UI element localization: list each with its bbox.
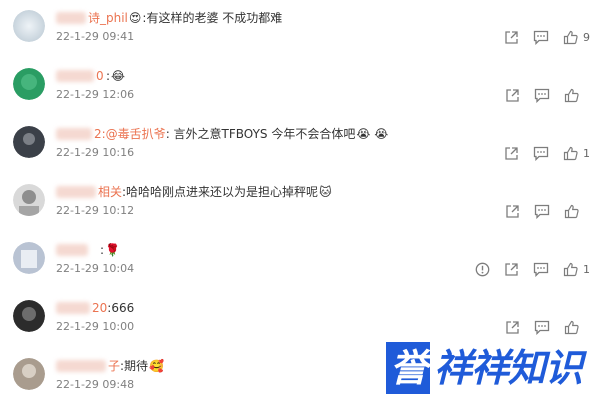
comment-icon — [534, 88, 550, 103]
comment-text: :有这样的老婆 不成功都难 — [142, 11, 283, 25]
thumbs-up-icon — [564, 88, 579, 103]
comment-time: 22-1-29 10:04 — [56, 262, 135, 275]
comment-time: 22-1-29 09:41 — [56, 30, 135, 43]
share-icon — [505, 263, 518, 276]
thumbs-up-icon — [563, 262, 578, 277]
share-icon — [506, 205, 519, 218]
watermark-logo: 誉 祥祥知识 — [385, 340, 583, 396]
comment-text: : 言外之意TFBOYS 今年不会合体吧 — [165, 127, 356, 141]
alert-icon — [475, 262, 490, 277]
share-icon — [506, 89, 519, 102]
avatar-image — [13, 358, 45, 390]
comment-username[interactable]: 相关 — [98, 183, 122, 201]
thumbs-up-icon — [563, 30, 578, 45]
avatar[interactable] — [13, 68, 45, 100]
blurred-username — [56, 12, 86, 24]
share-button[interactable] — [505, 88, 520, 103]
avatar-image — [13, 10, 45, 42]
comment-time: 22-1-29 10:12 — [56, 204, 135, 217]
reply-button[interactable] — [534, 320, 550, 335]
comment-text: :666 — [107, 301, 135, 315]
share-icon — [505, 147, 518, 160]
blurred-username — [56, 244, 88, 256]
like-button[interactable] — [564, 88, 590, 103]
blurred-username — [56, 360, 106, 372]
reply-button[interactable] — [534, 204, 550, 219]
reply-button[interactable] — [533, 30, 549, 45]
like-button[interactable]: 1 — [563, 262, 590, 277]
avatar[interactable] — [13, 126, 45, 158]
comment-text: :期待 — [120, 359, 149, 373]
avatar-image — [13, 300, 45, 332]
thumbs-up-icon — [564, 204, 579, 219]
comment-item: : 🌹 22-1-29 10:04 1 — [0, 232, 600, 290]
like-count: 9 — [583, 31, 590, 44]
thumbs-up-icon — [564, 320, 579, 335]
share-button[interactable] — [505, 204, 520, 219]
comment-text: : — [100, 243, 105, 257]
like-button[interactable]: 9 — [563, 30, 590, 45]
avatar-image — [13, 184, 45, 216]
reply-button[interactable] — [533, 146, 549, 161]
emoji: 🌹 — [105, 243, 120, 257]
comment-icon — [533, 146, 549, 161]
comment-item: 相关 :哈哈哈刚点进来还以为是担心掉秤呢 🐱 22-1-29 10:12 — [0, 174, 600, 232]
share-icon — [505, 31, 518, 44]
emoji: 😭 😭 — [356, 127, 389, 141]
comment-icon — [533, 262, 549, 277]
comment-icon — [534, 320, 550, 335]
blurred-username — [56, 70, 94, 82]
emoji: 🥰 — [149, 359, 165, 373]
share-button[interactable] — [504, 262, 519, 277]
comment-text: : — [106, 69, 111, 83]
avatar-image — [13, 242, 45, 274]
watermark-box: 誉 — [385, 342, 430, 394]
comment-username[interactable]: 子 — [108, 357, 120, 375]
comment-time: 22-1-29 12:06 — [56, 88, 135, 101]
report-button[interactable] — [475, 262, 490, 277]
comment-username[interactable]: 0 — [96, 67, 106, 85]
share-button[interactable] — [504, 30, 519, 45]
reply-button[interactable] — [533, 262, 549, 277]
avatar-image — [13, 68, 45, 100]
blurred-username — [56, 302, 90, 314]
avatar[interactable] — [13, 242, 45, 274]
comment-username[interactable]: 2:@毒舌扒爷 — [94, 125, 166, 143]
reply-button[interactable] — [534, 88, 550, 103]
thumbs-up-icon — [563, 146, 578, 161]
avatar[interactable] — [13, 300, 45, 332]
avatar[interactable] — [13, 358, 45, 390]
avatar[interactable] — [13, 184, 45, 216]
avatar-image — [13, 126, 45, 158]
blurred-username — [56, 128, 92, 140]
comment-icon — [533, 30, 549, 45]
emoji: 🐱 — [319, 185, 332, 199]
like-button[interactable] — [564, 204, 590, 219]
comment-text: :哈哈哈刚点进来还以为是担心掉秤呢 — [122, 185, 319, 199]
comment-item: 诗_phil 😍 :有这样的老婆 不成功都难 22-1-29 09:41 9 — [0, 0, 600, 58]
emoji: 😍 — [128, 11, 142, 25]
comment-time: 22-1-29 10:00 — [56, 320, 135, 333]
like-count: 1 — [583, 147, 590, 160]
comment-item: 0 : 😂 22-1-29 12:06 — [0, 58, 600, 116]
comment-icon — [534, 204, 550, 219]
comment-username[interactable]: 诗_phil — [88, 9, 128, 27]
comment-time: 22-1-29 09:48 — [56, 378, 135, 391]
share-button[interactable] — [505, 320, 520, 335]
emoji: 😂 — [111, 69, 126, 83]
share-button[interactable] — [504, 146, 519, 161]
watermark-text: 祥祥知识 — [433, 346, 583, 390]
comment-time: 22-1-29 10:16 — [56, 146, 135, 159]
comment-item: 2:@毒舌扒爷 : 言外之意TFBOYS 今年不会合体吧 😭 😭 22-1-29… — [0, 116, 600, 174]
avatar[interactable] — [13, 10, 45, 42]
blurred-username — [56, 186, 96, 198]
like-button[interactable]: 1 — [563, 146, 590, 161]
like-button[interactable] — [564, 320, 590, 335]
like-count: 1 — [583, 263, 590, 276]
comment-username[interactable]: 20 — [92, 299, 107, 317]
share-icon — [506, 321, 519, 334]
